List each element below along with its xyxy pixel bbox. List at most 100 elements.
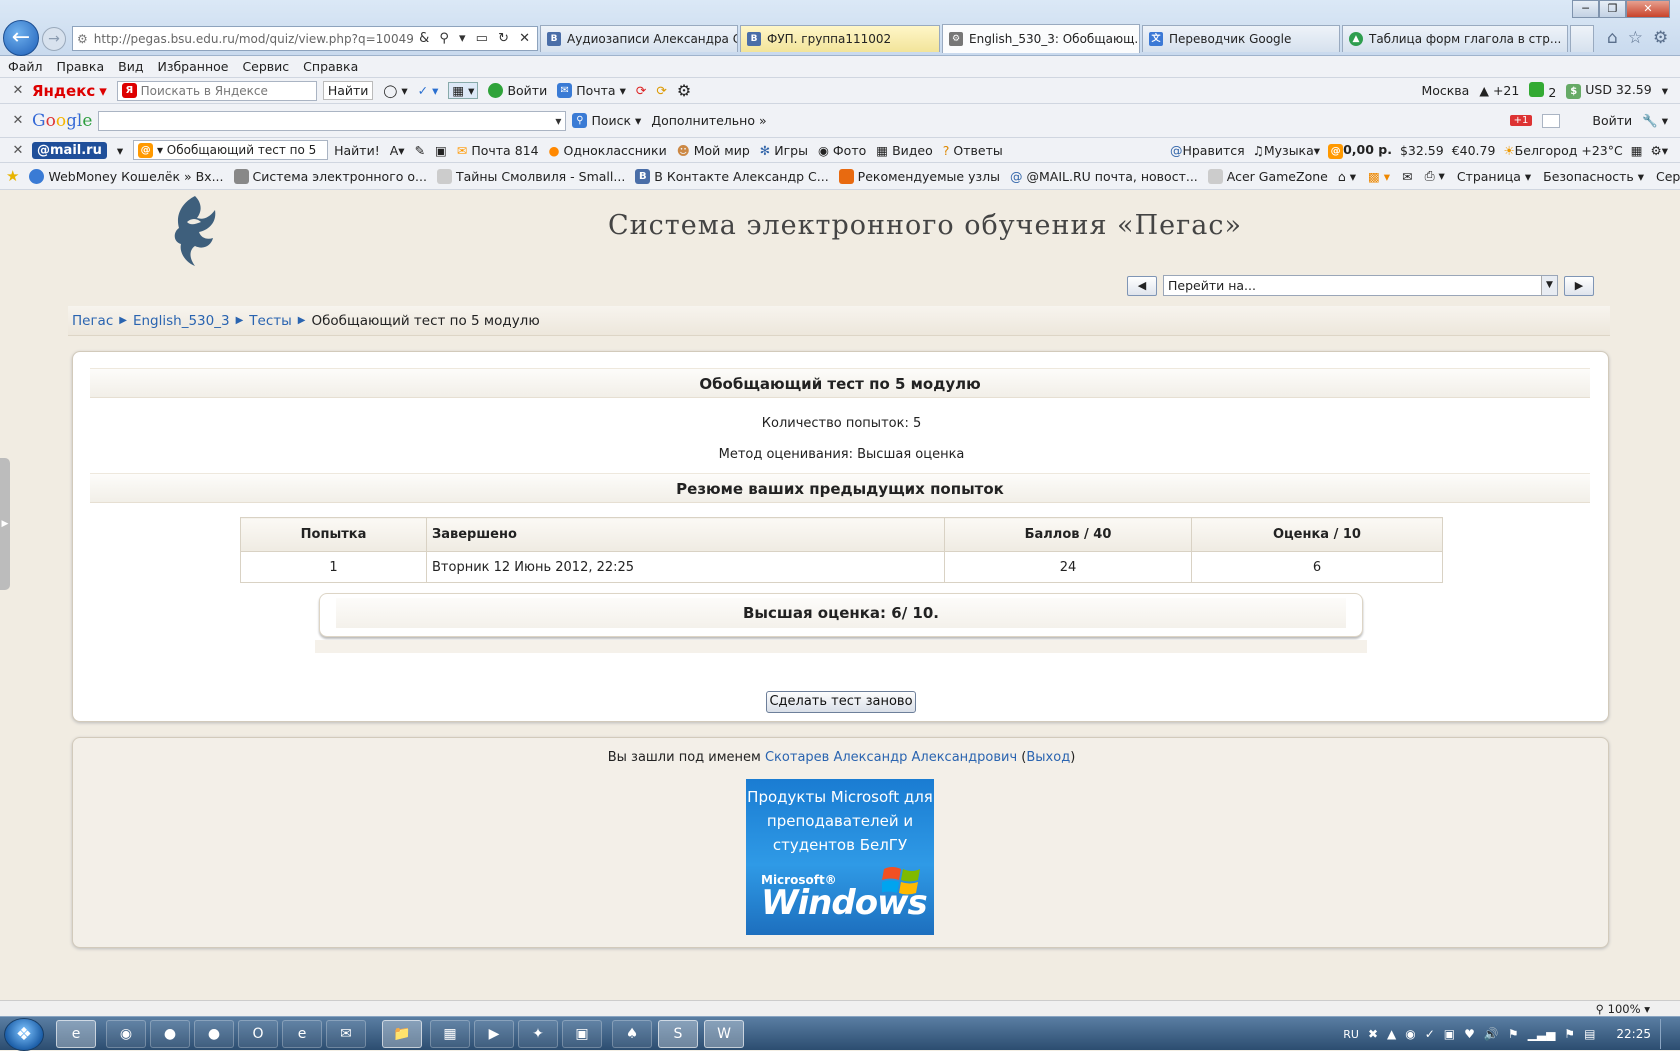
mail-icon[interactable]: ✉	[1402, 169, 1412, 184]
close-toolbar-icon[interactable]: ✕	[8, 83, 28, 98]
side-panel-handle[interactable]: ▶	[0, 458, 10, 590]
google-search-button[interactable]: ⚲ Поиск ▾	[572, 113, 641, 128]
breadcrumb-home[interactable]: Пегас	[72, 313, 113, 329]
close-toolbar-icon[interactable]: ✕	[8, 143, 28, 158]
user-profile-link[interactable]: Скотарев Александр Александрович	[765, 750, 1017, 765]
favorite-link[interactable]: Система электронного о...	[233, 168, 427, 184]
start-button[interactable]: ❖	[4, 1018, 44, 1051]
tray-icon[interactable]: ✓	[1425, 1027, 1435, 1041]
input-language[interactable]: RU	[1343, 1028, 1359, 1041]
breadcrumb-course[interactable]: English_530_3	[133, 313, 230, 329]
favorite-link[interactable]: Рекомендуемые узлы	[838, 168, 1000, 184]
mailru-logo[interactable]: @mail.ru	[32, 141, 107, 159]
flag-icon[interactable]: ⚑	[1564, 1027, 1575, 1041]
notifications[interactable]: 2	[1529, 81, 1556, 100]
mailru-like[interactable]: @Нравится	[1170, 143, 1245, 158]
pen-icon[interactable]: ✎	[415, 143, 425, 158]
tray-icon[interactable]: ◉	[1405, 1027, 1415, 1041]
menu-edit[interactable]: Правка	[57, 59, 105, 74]
tab-audio[interactable]: B Аудиозаписи Александра Ск...	[540, 25, 738, 52]
tray-icon[interactable]: ▣	[1444, 1027, 1455, 1041]
command-safety[interactable]: Безопасность ▾	[1543, 169, 1644, 184]
address-url[interactable]: http://pegas.bsu.edu.ru/mod/quiz/view.ph…	[94, 32, 413, 46]
usd-rate[interactable]: $ USD 32.59	[1566, 82, 1652, 99]
clock[interactable]: 22:25	[1616, 1027, 1651, 1041]
mailru-mail[interactable]: ✉ Почта 814	[457, 143, 539, 158]
jump-to-select[interactable]: Перейти на... ▼	[1163, 275, 1558, 296]
mailru-search-input[interactable]: @ ▾ Обобщающий тест по 5	[133, 140, 329, 160]
taskbar-chrome[interactable]: ◉	[106, 1020, 146, 1048]
mailru-video[interactable]: ▦ Видео	[876, 143, 933, 158]
tray-icon[interactable]: ⚑	[1508, 1027, 1519, 1041]
favorite-link[interactable]: BВ Контакте Александр С...	[635, 168, 829, 184]
zoom-level[interactable]: ⚲ 100% ▾	[1596, 1002, 1650, 1016]
yandex-search-input[interactable]: Я Поискать в Яндексе	[116, 80, 317, 101]
gplus-button[interactable]: +1	[1509, 115, 1533, 126]
mailru-ok[interactable]: ● Одноклассники	[549, 143, 667, 158]
tray-icon[interactable]: ▲	[1387, 1027, 1396, 1041]
address-tools[interactable]: & ⚲ ▾ ▭ ↻ ✕	[419, 31, 537, 46]
breadcrumb-quizzes[interactable]: Тесты	[249, 313, 292, 329]
menu-file[interactable]: Файл	[8, 59, 43, 74]
taskbar-mail[interactable]: ✉	[326, 1020, 366, 1048]
home-icon[interactable]: ⌂	[1607, 28, 1618, 48]
settings-icon[interactable]: ⚙	[677, 81, 691, 100]
google-login[interactable]: Войти	[1592, 113, 1632, 128]
yandex-mail[interactable]: ✉ Почта ▾	[557, 83, 626, 98]
map-icon[interactable]: ▦	[1631, 143, 1643, 158]
address-bar[interactable]: ⚙ http://pegas.bsu.edu.ru/mod/quiz/view.…	[72, 26, 538, 51]
favorites-star-icon[interactable]: ☆	[1628, 28, 1643, 48]
refresh-icon[interactable]: ⟳	[656, 83, 666, 98]
yandex-logo[interactable]: Яндекс ▾	[32, 82, 107, 100]
new-tab-button[interactable]	[1570, 25, 1594, 52]
tab-fup[interactable]: B ФУП. группа111002	[740, 25, 940, 52]
taskbar-opera[interactable]: O	[238, 1020, 278, 1048]
network-icon[interactable]: ▤	[1584, 1027, 1595, 1041]
taskbar-skype[interactable]: S	[658, 1020, 698, 1048]
favorite-link[interactable]: Acer GameZone	[1207, 168, 1328, 184]
taskbar-terminal[interactable]: ▦	[430, 1020, 470, 1048]
menu-view[interactable]: Вид	[118, 59, 143, 74]
dropdown-icon[interactable]: ▾	[555, 114, 561, 128]
microsoft-banner[interactable]: Продукты Microsoft для преподавателей и …	[746, 779, 934, 935]
tab-google-translate[interactable]: 文 Переводчик Google	[1142, 25, 1340, 52]
taskbar-media[interactable]: ▶	[474, 1020, 514, 1048]
refresh-icon[interactable]: ⟳	[636, 83, 646, 98]
taskbar-ie-2[interactable]: e	[282, 1020, 322, 1048]
taskbar-window[interactable]: ▣	[562, 1020, 602, 1048]
yandex-login[interactable]: Войти	[488, 83, 547, 98]
mailru-photo[interactable]: ◉ Фото	[818, 143, 866, 158]
mailru-usd[interactable]: $32.59	[1400, 143, 1444, 158]
menu-favorites[interactable]: Избранное	[157, 59, 228, 74]
google-search-input[interactable]: ▾	[98, 110, 567, 131]
command-page[interactable]: Страница ▾	[1457, 169, 1531, 184]
retake-quiz-button[interactable]: Сделать тест заново	[766, 691, 916, 713]
rss-icon[interactable]: ▩ ▾	[1368, 169, 1390, 184]
mailru-weather[interactable]: ☀Белгород +23°С	[1503, 143, 1622, 158]
tray-icon[interactable]: ♥	[1464, 1027, 1475, 1041]
close-window-icon[interactable]: ✕	[1626, 0, 1670, 18]
favorite-link[interactable]: Тайны Смолвиля - Small...	[436, 168, 625, 184]
mailru-music[interactable]: ♫Музыка▾	[1253, 143, 1320, 158]
home-icon[interactable]: ⌂ ▾	[1338, 169, 1356, 184]
mailru-find-button[interactable]: Найти!	[334, 143, 380, 158]
wrench-icon[interactable]: 🔧 ▾	[1642, 113, 1668, 129]
chat-icon[interactable]: ◯ ▾	[383, 83, 407, 98]
favorites-star-icon[interactable]: ★	[6, 167, 19, 185]
close-toolbar-icon[interactable]: ✕	[8, 113, 28, 128]
tab-verb-table[interactable]: ▲ Таблица форм глагола в стр...	[1342, 25, 1568, 52]
favorite-link[interactable]: WebMoney Кошелёк » Вх...	[29, 168, 224, 184]
mailru-world[interactable]: ☻ Мой мир	[677, 143, 750, 158]
mailru-money[interactable]: @0,00 р.	[1328, 142, 1392, 159]
favorite-link[interactable]: @ @MAIL.RU почта, новост...	[1010, 169, 1198, 184]
mailru-games[interactable]: ✻ Игры	[760, 143, 808, 158]
tab-english-quiz[interactable]: ⚙ English_530_3: Обобщающ... ✕	[942, 24, 1140, 53]
minimize-icon[interactable]: ─	[1572, 0, 1599, 18]
command-tools[interactable]: Сервис ▾	[1656, 169, 1680, 184]
weather-temp[interactable]: ▲ +21	[1479, 83, 1519, 98]
volume-icon[interactable]: 🔊	[1484, 1027, 1499, 1041]
taskbar-firefox[interactable]: ●	[150, 1020, 190, 1048]
forward-button[interactable]: →	[42, 27, 66, 51]
print-icon[interactable]: ⎙ ▾	[1425, 168, 1445, 184]
weather-city[interactable]: Москва	[1421, 83, 1469, 98]
